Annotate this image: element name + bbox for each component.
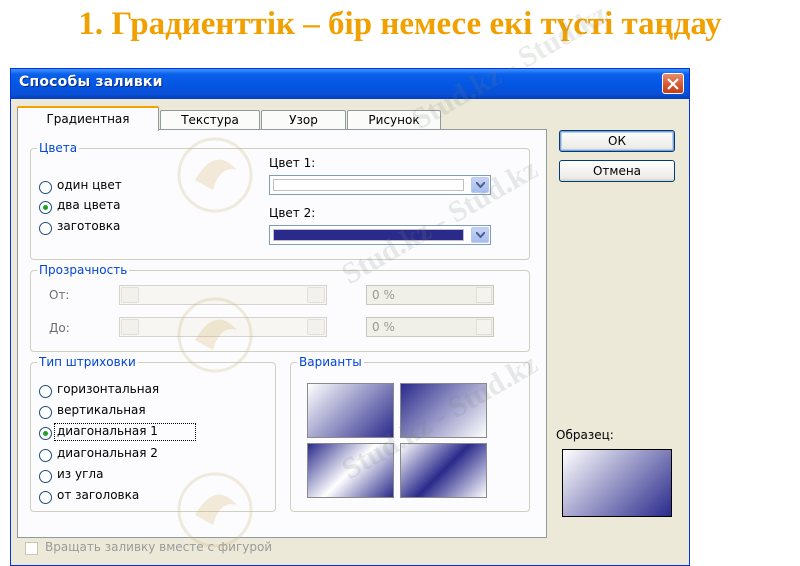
transparency-group: Прозрачность От: 0 % До: 0 % (30, 263, 530, 352)
to-value: 0 % (372, 320, 395, 334)
close-icon (667, 78, 679, 90)
from-label: От: (49, 288, 70, 302)
sample-label: Образец: (556, 428, 614, 442)
variants-group-label: Варианты (297, 355, 364, 369)
chevron-down-icon (476, 232, 485, 238)
chevron-down-icon (476, 182, 485, 188)
color1-combo[interactable] (269, 175, 491, 195)
colors-group: Цвета один цвет два цвета заготовка Цвет… (30, 141, 530, 260)
radio-from-corner[interactable] (39, 470, 52, 483)
variant-4[interactable] (400, 443, 487, 498)
diagonal-2-label: диагональная 2 (57, 446, 158, 460)
variants-group: Варианты (290, 355, 530, 512)
from-slider-right-button[interactable] (307, 287, 325, 303)
rotate-fill-label: Вращать заливку вместе с фигурой (45, 540, 273, 554)
radio-one-color[interactable] (39, 181, 52, 194)
variant-2[interactable] (400, 383, 487, 438)
from-slider[interactable] (119, 285, 327, 305)
radio-preset[interactable] (39, 222, 52, 235)
radio-horizontal[interactable] (39, 385, 52, 398)
tab-texture[interactable]: Текстура (160, 110, 260, 130)
fill-effects-dialog: Способы заливки Градиентная Текстура Узо… (10, 68, 690, 566)
tab-picture[interactable]: Рисунок (347, 110, 441, 130)
to-slider-left-button[interactable] (121, 319, 139, 335)
horizontal-label: горизонтальная (57, 382, 160, 396)
gradient-panel: Цвета один цвет два цвета заготовка Цвет… (17, 129, 547, 538)
from-slider-left-button[interactable] (121, 287, 139, 303)
preset-label: заготовка (57, 219, 121, 233)
shading-group-label: Тип штриховки (37, 355, 138, 369)
color1-swatch (273, 179, 464, 191)
dialog-titlebar[interactable]: Способы заливки (11, 69, 689, 99)
colors-group-label: Цвета (37, 141, 80, 155)
color2-label: Цвет 2: (269, 206, 316, 220)
cancel-button[interactable]: Отмена (559, 160, 675, 182)
radio-diagonal-2[interactable] (39, 449, 52, 462)
radio-two-colors[interactable] (39, 201, 52, 214)
from-spin-arrows[interactable] (476, 287, 492, 303)
color1-dropdown-button[interactable] (471, 177, 489, 193)
one-color-label: один цвет (57, 178, 122, 192)
color2-dropdown-button[interactable] (471, 227, 489, 243)
tab-gradient[interactable]: Градиентная (17, 106, 159, 131)
to-spin-arrows[interactable] (476, 319, 492, 335)
transparency-group-label: Прозрачность (37, 263, 130, 277)
sample-preview (562, 449, 672, 517)
shading-group: Тип штриховки горизонтальная вертикальна… (30, 355, 276, 512)
diagonal-1-label: диагональная 1 (57, 424, 158, 438)
variant-1[interactable] (307, 383, 394, 438)
radio-diagonal-1[interactable] (39, 427, 52, 440)
color2-swatch (273, 229, 464, 241)
from-value: 0 % (372, 288, 395, 302)
to-slider[interactable] (119, 317, 327, 337)
slide-headline: 1. Градиенттік – бір немесе екі түсті та… (78, 6, 722, 42)
variant-3[interactable] (307, 443, 394, 498)
rotate-fill-checkbox[interactable] (25, 542, 38, 555)
dialog-title: Способы заливки (19, 74, 163, 90)
color1-label: Цвет 1: (269, 156, 316, 170)
tab-pattern[interactable]: Узор (261, 110, 346, 130)
to-label: До: (49, 321, 70, 335)
from-corner-label: из угла (57, 467, 104, 481)
close-button[interactable] (662, 73, 684, 94)
vertical-label: вертикальная (57, 403, 146, 417)
radio-from-title[interactable] (39, 491, 52, 504)
two-colors-label: два цвета (57, 198, 121, 212)
ok-button[interactable]: ОК (559, 130, 675, 152)
from-title-label: от заголовка (57, 488, 140, 502)
radio-vertical[interactable] (39, 406, 52, 419)
to-spin[interactable]: 0 % (366, 317, 494, 337)
to-slider-right-button[interactable] (307, 319, 325, 335)
from-spin[interactable]: 0 % (366, 285, 494, 305)
color2-combo[interactable] (269, 225, 491, 245)
